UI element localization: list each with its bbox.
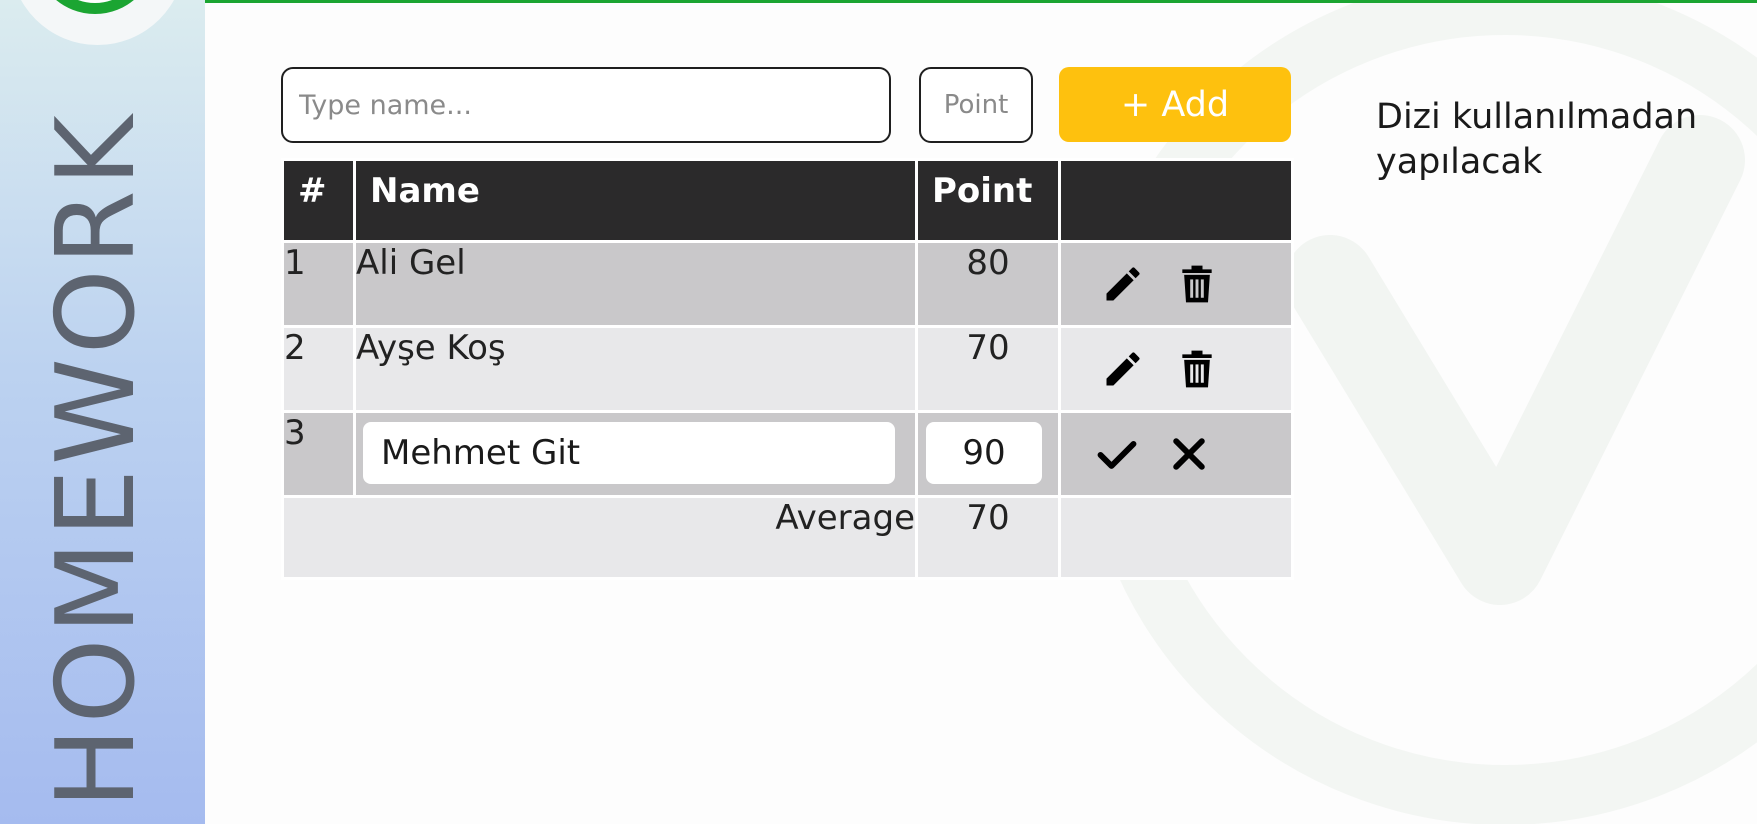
row-name: Ali Gel [353,240,918,328]
header-actions [1058,158,1294,243]
table-row-editing: 3 [281,410,1294,498]
row-point: 80 [915,240,1061,328]
header-name: Name [353,158,918,243]
row-number: 3 [281,410,356,498]
pencil-icon[interactable] [1101,262,1145,306]
trash-icon[interactable] [1175,262,1219,306]
instruction-note: Dizi kullanılmadan yapılacak [1376,95,1736,185]
row-actions [1058,410,1294,498]
note-line-2: yapılacak [1376,142,1543,182]
edit-point-input[interactable] [926,422,1042,484]
table-header-row: # Name Point [281,158,1294,243]
sidebar-panel: HOMEWORK [0,0,205,824]
add-button[interactable]: + Add [1059,67,1291,142]
footer-empty-cell [1058,495,1294,580]
row-name-cell [353,410,918,498]
note-line-1: Dizi kullanılmadan [1376,97,1698,137]
sidebar-title: HOMEWORK [34,111,159,809]
close-icon[interactable] [1167,432,1211,476]
top-accent-line [205,0,1757,3]
name-input[interactable] [281,67,891,143]
row-point-cell [915,410,1061,498]
table-row: 1 Ali Gel 80 [281,240,1294,328]
row-actions [1058,325,1294,413]
header-num: # [281,158,356,243]
edit-name-input[interactable] [363,422,895,484]
row-number: 2 [281,325,356,413]
scores-table: # Name Point 1 Ali Gel 80 2 Ayşe Koş 70 … [281,158,1294,580]
header-point: Point [915,158,1061,243]
check-icon[interactable] [1095,432,1139,476]
table-row: 2 Ayşe Koş 70 [281,325,1294,413]
row-name: Ayşe Koş [353,325,918,413]
row-actions [1058,240,1294,328]
point-input[interactable] [919,67,1033,143]
table-footer-row: Average 70 [281,495,1294,580]
trash-icon[interactable] [1175,347,1219,391]
pencil-icon[interactable] [1101,347,1145,391]
row-number: 1 [281,240,356,328]
average-label: Average [281,495,918,580]
average-value: 70 [915,495,1061,580]
row-point: 70 [915,325,1061,413]
